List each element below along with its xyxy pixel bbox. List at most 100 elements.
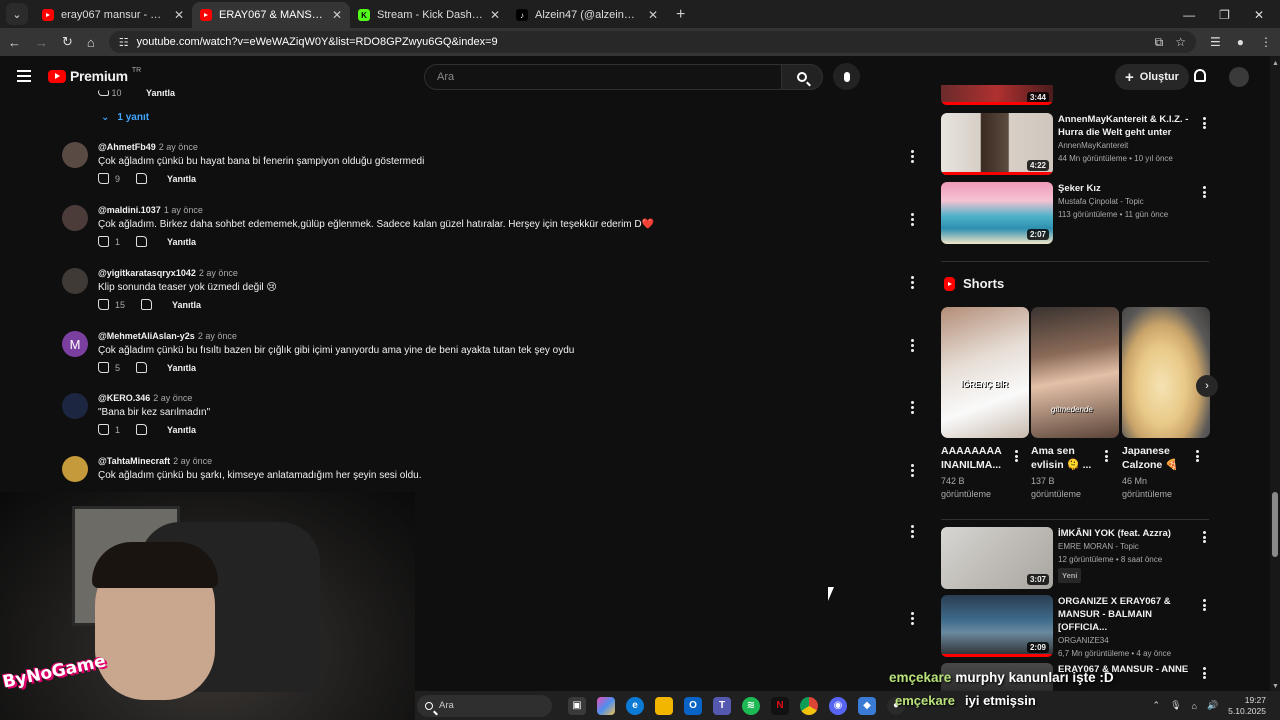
reply-button[interactable]: Yanıtla: [167, 237, 196, 247]
video-menu-icon[interactable]: [1203, 117, 1206, 129]
close-tab-icon[interactable]: ✕: [332, 8, 342, 22]
related-video[interactable]: 2:07 Şeker Kız Mustafa Çinpolat - Topic …: [941, 182, 1211, 244]
video-menu-icon[interactable]: [1203, 531, 1206, 543]
voice-search-button[interactable]: [833, 63, 860, 90]
dislike-icon[interactable]: [136, 236, 148, 247]
video-channel[interactable]: EMRE MORAN - Topic: [1058, 540, 1198, 553]
app-icon[interactable]: ◆: [858, 696, 876, 715]
comment-avatar[interactable]: M: [62, 331, 88, 357]
network-icon[interactable]: ⌂: [1192, 701, 1197, 711]
comment-time[interactable]: 2 ay önce: [173, 456, 212, 466]
back-icon[interactable]: ←: [8, 35, 21, 50]
related-video[interactable]: 3:44: [941, 85, 1211, 105]
forward-icon[interactable]: →: [35, 35, 48, 50]
comment-time[interactable]: 2 ay önce: [198, 331, 237, 341]
comment-menu-icon[interactable]: [911, 401, 914, 414]
comment-author[interactable]: @KERO.346: [98, 393, 150, 403]
shorts-next-button[interactable]: ›: [1196, 375, 1218, 397]
discord-icon[interactable]: ◉: [829, 696, 847, 715]
scrollbar-thumb[interactable]: [1272, 492, 1278, 557]
tab-kick-dashboard[interactable]: K Stream - Kick Dashboard ✕: [350, 2, 508, 28]
address-bar[interactable]: ☷ youtube.com/watch?v=eWeWAZiqW0Y&list=R…: [108, 31, 1196, 53]
tab-youtube-video[interactable]: ERAY067 & MANSUR - ÇOK AĞLADIM ✕: [192, 2, 350, 28]
short-item[interactable]: Japanese Calzone 🍕 46 Mn görüntüleme: [1122, 307, 1210, 501]
copilot-icon[interactable]: [597, 696, 615, 715]
close-window-icon[interactable]: ✕: [1254, 8, 1264, 22]
new-tab-button[interactable]: +: [676, 6, 685, 24]
short-menu-icon[interactable]: [1196, 450, 1199, 462]
comment-avatar[interactable]: [62, 268, 88, 294]
close-tab-icon[interactable]: ✕: [174, 8, 184, 22]
comment-avatar[interactable]: [62, 142, 88, 168]
tab-search-button[interactable]: ⌄: [6, 3, 28, 25]
like-icon[interactable]: [98, 236, 109, 247]
video-title-block[interactable]: AnnenMayKantereit & K.I.Z. - Hurra die W…: [1058, 113, 1198, 165]
short-menu-icon[interactable]: [1015, 450, 1018, 462]
short-thumbnail[interactable]: İĞRENÇ BİR: [941, 307, 1029, 438]
clock[interactable]: 19:27 5.10.2025: [1228, 695, 1266, 717]
comment-menu-icon[interactable]: [911, 339, 914, 352]
tab-youtube-search[interactable]: eray067 mansur - YouTube ✕: [34, 2, 192, 28]
video-menu-icon[interactable]: [1203, 667, 1206, 679]
comment-time[interactable]: 2 ay önce: [199, 268, 238, 278]
video-title-block[interactable]: İMKÂNI YOK (feat. Azzra) EMRE MORAN - To…: [1058, 527, 1198, 583]
reply-button[interactable]: Yanıtla: [172, 300, 201, 310]
page-scrollbar[interactable]: ▲ ▼: [1270, 56, 1280, 694]
account-avatar[interactable]: [1229, 67, 1249, 87]
video-thumbnail[interactable]: 3:44: [941, 85, 1053, 105]
tab-tiktok[interactable]: ♪ Alzein47 (@alzein4735) | TikTok ✕: [508, 2, 666, 28]
related-video[interactable]: 2:09 ORGANIZE X ERAY067 & MANSUR - BALMA…: [941, 595, 1211, 658]
restore-icon[interactable]: ❐: [1219, 8, 1230, 22]
install-icon[interactable]: ⧉: [1155, 35, 1164, 50]
comment-time[interactable]: 2 ay önce: [153, 393, 192, 403]
microphone-tray-icon[interactable]: 🎙: [1170, 700, 1181, 711]
like-icon[interactable]: [98, 362, 109, 373]
youtube-logo[interactable]: Premium TR: [48, 67, 141, 84]
like-icon[interactable]: [98, 299, 109, 310]
outlook-icon[interactable]: O: [684, 696, 702, 715]
comment-author[interactable]: @AhmetFb49: [98, 142, 156, 152]
site-info-icon[interactable]: ☷: [119, 36, 129, 49]
scroll-down-icon[interactable]: ▼: [1272, 683, 1279, 690]
like-icon[interactable]: [98, 90, 109, 96]
teams-icon[interactable]: T: [713, 696, 731, 715]
tray-overflow-icon[interactable]: ⌃: [1153, 700, 1161, 711]
video-menu-icon[interactable]: [1203, 599, 1206, 611]
close-tab-icon[interactable]: ✕: [490, 8, 500, 22]
comment-menu-icon[interactable]: [911, 612, 914, 625]
reply-button[interactable]: Yanıtla: [167, 425, 196, 435]
search-input[interactable]: Ara: [424, 64, 782, 90]
dislike-icon[interactable]: [136, 424, 148, 435]
comment-time[interactable]: 1 ay önce: [164, 205, 203, 215]
related-video[interactable]: 3:07 İMKÂNI YOK (feat. Azzra) EMRE MORAN…: [941, 527, 1211, 589]
close-tab-icon[interactable]: ✕: [648, 8, 658, 22]
short-menu-icon[interactable]: [1105, 450, 1108, 462]
short-item[interactable]: gitmedende Ama sen evlisin 🫠 ... 137 B g…: [1031, 307, 1119, 501]
like-icon[interactable]: [98, 424, 109, 435]
dislike-icon[interactable]: [141, 299, 153, 310]
video-thumbnail[interactable]: 3:07: [941, 527, 1053, 589]
bookmark-star-icon[interactable]: ☆: [1175, 35, 1186, 50]
reply-button[interactable]: Yanıtla: [146, 88, 175, 98]
dislike-icon[interactable]: [136, 362, 148, 373]
video-channel[interactable]: AnnenMayKantereit: [1058, 139, 1198, 152]
short-thumbnail[interactable]: gitmedende: [1031, 307, 1119, 438]
task-view-icon[interactable]: ▣: [568, 696, 586, 715]
browser-menu-icon[interactable]: ⋮: [1260, 35, 1272, 49]
video-channel[interactable]: ORGANIZE34: [1058, 634, 1198, 647]
replies-toggle[interactable]: ⌄ 1 yanıt: [101, 112, 149, 123]
short-thumbnail[interactable]: [1122, 307, 1210, 438]
minimize-icon[interactable]: —: [1183, 8, 1195, 22]
reload-icon[interactable]: ↻: [62, 34, 73, 50]
comment-avatar[interactable]: [62, 456, 88, 482]
reply-button[interactable]: Yanıtla: [167, 363, 196, 373]
notifications-bell-icon[interactable]: [1194, 69, 1206, 82]
comment-menu-icon[interactable]: [911, 150, 914, 163]
comment-menu-icon[interactable]: [911, 525, 914, 538]
dislike-icon[interactable]: [136, 173, 148, 184]
short-item[interactable]: İĞRENÇ BİR AAAAAAAA INANILMA... 742 B gö…: [941, 307, 1029, 501]
comment-menu-icon[interactable]: [911, 464, 914, 477]
comment-avatar[interactable]: [62, 205, 88, 231]
video-thumbnail[interactable]: 2:07: [941, 182, 1053, 244]
video-thumbnail[interactable]: 4:22: [941, 113, 1053, 175]
